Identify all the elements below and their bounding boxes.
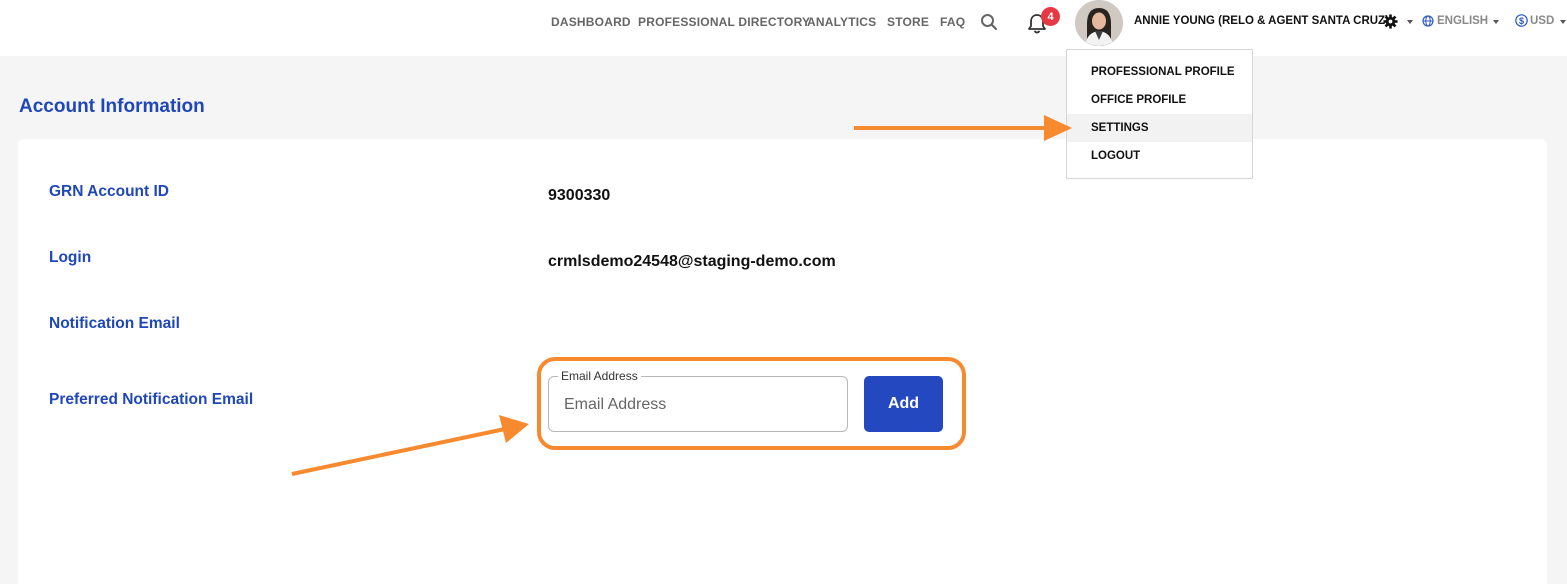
gear-icon[interactable]: [1383, 14, 1398, 29]
nav-link-analytics[interactable]: ANALYTICS: [807, 15, 876, 29]
currency-selector[interactable]: USD: [1530, 15, 1554, 27]
add-email-button[interactable]: Add: [864, 376, 943, 432]
svg-text:$: $: [1519, 16, 1524, 26]
globe-icon: [1422, 15, 1434, 27]
avatar-image: [1075, 0, 1123, 46]
notification-email-label: Notification Email: [49, 315, 180, 332]
grn-account-id-label: GRN Account ID: [49, 183, 169, 200]
top-nav-bar: DASHBOARD PROFESSIONAL DIRECTORY ANALYTI…: [0, 0, 1567, 56]
arrow-to-settings: [854, 115, 1072, 141]
menu-item-logout[interactable]: LOGOUT: [1067, 142, 1252, 170]
menu-item-office-profile[interactable]: OFFICE PROFILE: [1067, 86, 1252, 114]
preferred-notification-email-label: Preferred Notification Email: [49, 391, 254, 408]
page-title: Account Information: [19, 96, 205, 117]
user-menu-toggle[interactable]: ANNIE YOUNG (RELO & AGENT SANTA CRUZ): [1134, 15, 1389, 27]
notifications-button[interactable]: 4: [1027, 7, 1060, 40]
dollar-icon: $: [1515, 14, 1528, 27]
email-field: Email Address: [548, 369, 848, 432]
login-value: crmlsdemo24548@staging-demo.com: [548, 253, 836, 270]
menu-item-professional-profile[interactable]: PROFESSIONAL PROFILE: [1067, 58, 1252, 86]
nav-link-professional-directory[interactable]: PROFESSIONAL DIRECTORY: [638, 15, 810, 29]
login-label: Login: [49, 249, 92, 266]
chevron-down-icon[interactable]: [1493, 20, 1499, 24]
grn-account-id-value: 9300330: [548, 187, 611, 204]
nav-link-faq[interactable]: FAQ: [940, 15, 965, 29]
user-dropdown-menu: PROFESSIONAL PROFILE OFFICE PROFILE SETT…: [1066, 49, 1253, 179]
language-selector[interactable]: ENGLISH: [1437, 15, 1488, 27]
notification-count-badge: 4: [1041, 7, 1060, 26]
nav-link-dashboard[interactable]: DASHBOARD: [551, 15, 631, 29]
avatar[interactable]: [1075, 0, 1123, 46]
nav-link-store[interactable]: STORE: [887, 15, 929, 29]
email-input[interactable]: [549, 377, 847, 431]
search-icon[interactable]: [980, 13, 998, 31]
chevron-down-icon[interactable]: [1560, 20, 1566, 24]
menu-item-settings[interactable]: SETTINGS: [1067, 114, 1252, 142]
chevron-down-icon[interactable]: [1407, 20, 1413, 24]
